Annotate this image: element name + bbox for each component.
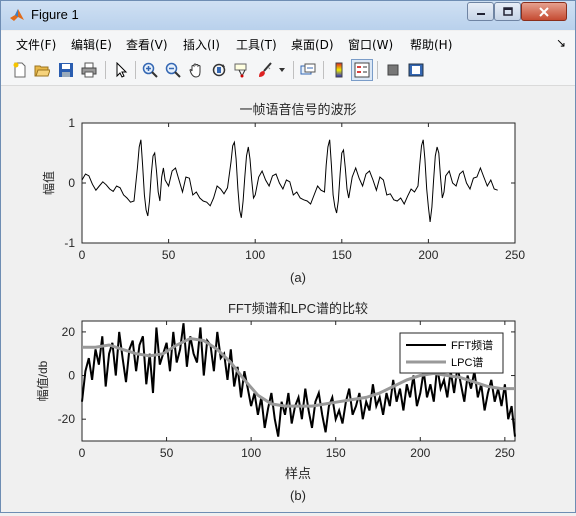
minimize-button[interactable] (467, 2, 494, 21)
maximize-icon (502, 7, 513, 16)
menu-view[interactable]: 查看(V) (126, 36, 168, 53)
colorbar-icon[interactable] (330, 61, 348, 79)
menu-help[interactable]: 帮助(H) (410, 36, 452, 53)
waveform-ylabel: 幅值 (41, 171, 56, 195)
hide-plot-tools-icon[interactable] (384, 61, 402, 79)
show-plot-tools-icon[interactable] (407, 61, 425, 79)
menu-window[interactable]: 窗口(W) (348, 36, 393, 53)
spectrum-ytick-label: 0 (68, 369, 75, 383)
waveform-plot-area (81, 122, 516, 244)
data-cursor-icon[interactable] (233, 61, 251, 79)
pan-hand-icon[interactable] (187, 61, 205, 79)
close-button[interactable] (521, 2, 567, 21)
window-title: Figure 1 (31, 7, 79, 22)
legend-lpc-label: LPC谱 (451, 355, 483, 369)
select-arrow-icon[interactable] (112, 61, 130, 79)
rotate-3d-icon[interactable] (210, 61, 228, 79)
waveform-xtick-label: 0 (79, 248, 86, 262)
new-figure-icon[interactable] (11, 61, 29, 79)
toolbar-separator (323, 61, 324, 79)
menu-insert[interactable]: 插入(I) (183, 36, 220, 53)
spectrum-xlabel: 样点 (285, 466, 311, 481)
print-icon[interactable] (80, 61, 98, 79)
spectrum-xtick-label: 50 (160, 446, 174, 460)
toolbar-separator (105, 61, 106, 79)
zoom-in-icon[interactable] (141, 61, 159, 79)
maximize-button[interactable] (494, 2, 521, 21)
spectrum-xtick-label: 150 (326, 446, 346, 460)
spectrum-axes: FFT频谱和LPC谱的比较 幅值/db 样点 (b) 0 50 100 150 200 2… (35, 301, 516, 503)
figure-plots: 一帧语音信号的波形 幅值 (a) 0 50 100 150 200 25010-1 FFT… (35, 102, 525, 503)
zoom-out-icon[interactable] (164, 61, 182, 79)
minimize-icon (476, 12, 485, 15)
spectrum-ytick-label: 20 (62, 325, 76, 339)
figure-toolbar (1, 55, 575, 86)
menu-bar: 文件(F) 编辑(E) 查看(V) 插入(I) 工具(T) 桌面(D) 窗口(W… (1, 31, 575, 55)
legend-icon[interactable] (351, 59, 373, 81)
menu-desktop[interactable]: 桌面(D) (291, 36, 334, 53)
brush-dropdown-icon[interactable] (277, 61, 287, 79)
waveform-xtick-label: 250 (505, 248, 525, 262)
title-bar[interactable]: Figure 1 (1, 1, 575, 30)
menu-file[interactable]: 文件(F) (16, 36, 56, 53)
figure-canvas: 一帧语音信号的波形 幅值 (a) 0 50 100 150 200 250 1 0 -1 FFT… (1, 87, 575, 512)
waveform-xtick-label: 200 (418, 248, 438, 262)
waveform-xtick-label: 50 (162, 248, 176, 262)
toolbar-separator (377, 61, 378, 79)
waveform-axes: 一帧语音信号的波形 幅值 (a) 0 50 100 150 200 250 1 0 -1 (41, 102, 525, 285)
spectrum-xtick-label: 250 (495, 446, 515, 460)
figure-window: Figure 1 文件(F) 编辑(E) 查看(V) 插入(I) 工具(T) 桌… (0, 0, 576, 513)
waveform-ytick-label: 1 (68, 116, 75, 130)
waveform-xtick-label: 150 (332, 248, 352, 262)
close-icon (539, 6, 549, 17)
spectrum-title: FFT频谱和LPC谱的比较 (228, 301, 368, 316)
waveform-ytick-label: 0 (68, 176, 75, 190)
spectrum-xtick-label: 200 (410, 446, 430, 460)
toolbar-separator (135, 61, 136, 79)
spectrum-legend[interactable]: FFT频谱 LPC谱 (399, 332, 504, 374)
link-plot-icon[interactable] (299, 61, 317, 79)
menu-tools[interactable]: 工具(T) (236, 36, 277, 53)
spectrum-ytick-label: -20 (58, 412, 76, 426)
waveform-title: 一帧语音信号的波形 (239, 102, 356, 117)
spectrum-caption: (b) (290, 488, 306, 503)
toolbar-separator (293, 61, 294, 79)
dock-arrow-icon[interactable]: ↘ (556, 36, 566, 50)
legend-fft-label: FFT频谱 (451, 338, 493, 352)
matlab-logo-icon (10, 9, 24, 21)
waveform-ytick-label: -1 (64, 236, 75, 250)
spectrum-xtick-label: 0 (79, 446, 86, 460)
brush-icon[interactable] (256, 61, 274, 79)
save-icon[interactable] (57, 61, 75, 79)
spectrum-xtick-label: 100 (241, 446, 261, 460)
open-file-icon[interactable] (33, 61, 51, 79)
waveform-caption: (a) (290, 270, 306, 285)
waveform-xtick-label: 100 (245, 248, 265, 262)
menu-edit[interactable]: 编辑(E) (71, 36, 112, 53)
spectrum-ylabel: 幅值/db (35, 360, 50, 401)
